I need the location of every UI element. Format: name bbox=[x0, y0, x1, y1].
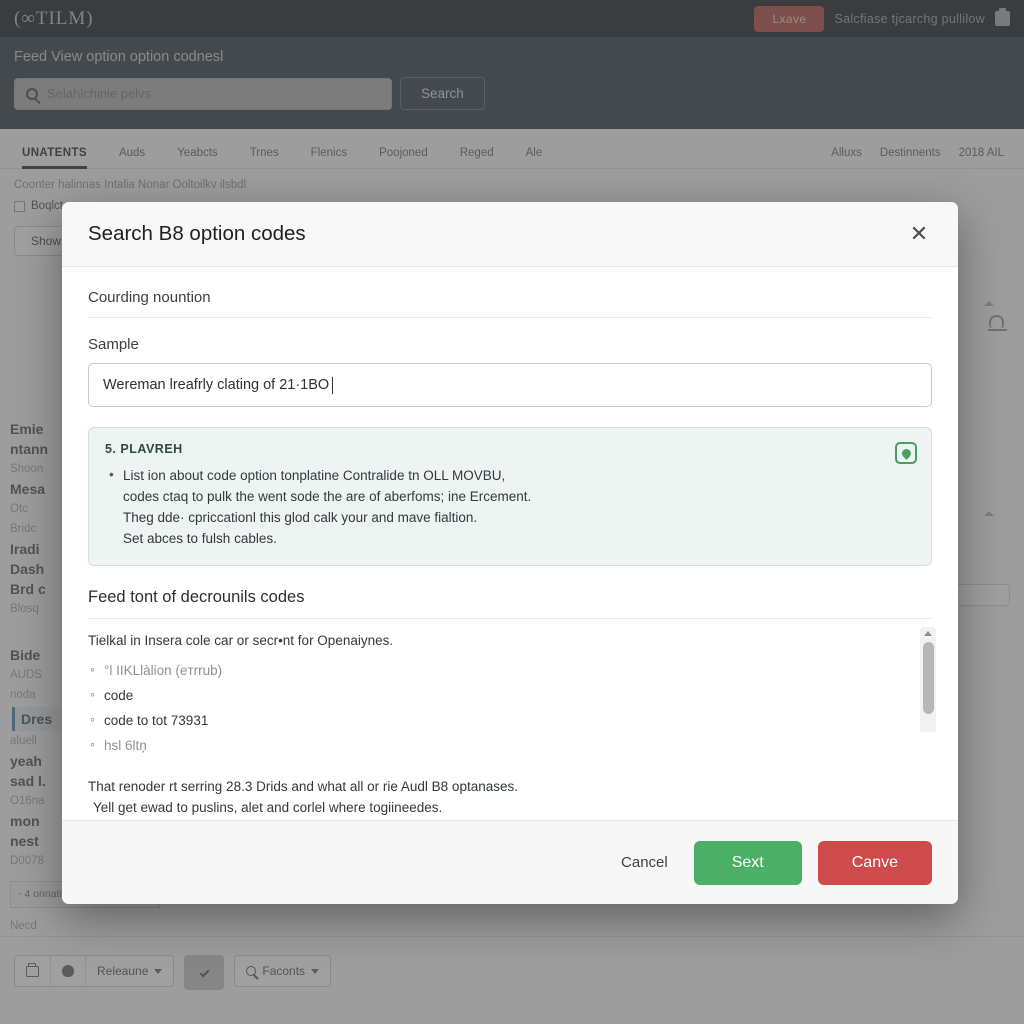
info-line: List ion about code option tonplatine Co… bbox=[123, 465, 915, 486]
sample-input-value: Wereman lreafrly clating of 21·1BO bbox=[103, 377, 329, 393]
danger-button[interactable]: Canve bbox=[818, 841, 932, 885]
list-item[interactable]: code to tot 73931 bbox=[88, 708, 932, 733]
results-list-wrapper: Tielkal in Insera cole car or secr•nt fo… bbox=[88, 633, 932, 758]
info-title: 5. PLAVREH bbox=[105, 442, 915, 456]
vertical-scrollbar[interactable] bbox=[920, 627, 936, 732]
code-list: °l IIKLlàlion (eтrrub) code code to tot … bbox=[88, 658, 932, 758]
pin-shape bbox=[900, 447, 913, 460]
results-heading: Feed tont of decrounils codes bbox=[88, 588, 932, 619]
chevron-up-icon[interactable] bbox=[924, 631, 932, 636]
app-root: (∞TILM) Lxave Salcfiase tjcarchg pullilo… bbox=[0, 0, 1024, 1024]
results-lead: Tielkal in Insera cole car or secr•nt fo… bbox=[88, 633, 932, 648]
location-pin-icon[interactable] bbox=[895, 442, 917, 464]
field-label: Sample bbox=[88, 336, 932, 353]
sample-input[interactable]: Wereman lreafrly clating of 21·1BO bbox=[88, 363, 932, 407]
footnote-line: That renoder rt serring 28.3 Drids and w… bbox=[88, 776, 932, 797]
text-caret bbox=[332, 377, 333, 394]
close-icon[interactable]: ✕ bbox=[906, 221, 932, 247]
list-item[interactable]: hsl 6ltņ bbox=[88, 733, 932, 758]
info-line: codes ctaq to pulk the went sode the are… bbox=[123, 486, 915, 507]
info-list: List ion about code option tonplatine Co… bbox=[105, 465, 915, 549]
footnote-line: Yell get ewad to puslins, alet and corle… bbox=[88, 797, 932, 818]
list-item[interactable]: code bbox=[88, 683, 932, 708]
cancel-button[interactable]: Cancel bbox=[611, 846, 678, 879]
info-callout: 5. PLAVREH List ion about code option to… bbox=[88, 427, 932, 566]
section-label: Courding nountion bbox=[88, 289, 932, 318]
list-item[interactable]: °l IIKLlàlion (eтrrub) bbox=[88, 658, 932, 683]
next-button[interactable]: Sext bbox=[694, 841, 802, 885]
scrollbar-thumb[interactable] bbox=[923, 642, 934, 714]
info-line: Theg dde· cpriccationl this glod calk yo… bbox=[123, 507, 915, 528]
search-option-codes-dialog: Search B8 option codes ✕ Courding nounti… bbox=[62, 202, 958, 904]
dialog-body: Courding nountion Sample Wereman lreafrl… bbox=[62, 267, 958, 820]
dialog-header: Search B8 option codes ✕ bbox=[62, 202, 958, 267]
info-line: Set abces to fulsh cables. bbox=[123, 528, 915, 549]
dialog-footer: Cancel Sext Canve bbox=[62, 820, 958, 904]
dialog-footnote: That renoder rt serring 28.3 Drids and w… bbox=[88, 776, 932, 818]
dialog-title: Search B8 option codes bbox=[88, 222, 306, 246]
